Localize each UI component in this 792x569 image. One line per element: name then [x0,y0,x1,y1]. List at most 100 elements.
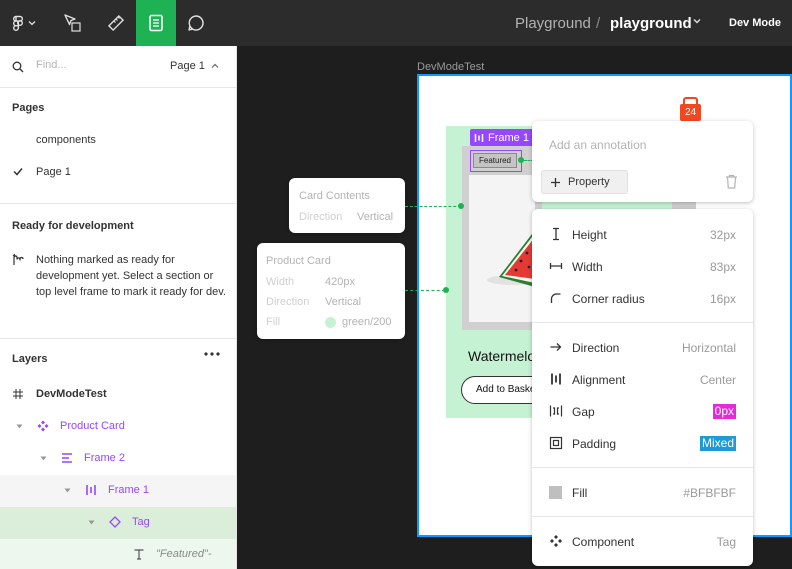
layer-label: Product Card [60,420,125,432]
gap-value-badge: 0px [712,404,736,419]
property-fill[interactable]: Fill #BFBFBF [532,481,753,505]
component-icon [550,535,562,547]
property-direction[interactable]: Direction Horizontal [532,336,753,360]
connector-dot [458,203,464,209]
frame-label[interactable]: DevModeTest [417,61,484,73]
caret-down-icon[interactable] [64,488,71,493]
dev-mode-label[interactable]: Dev Mode [729,17,781,29]
measure-tool-button[interactable] [96,0,136,46]
select-tool-button[interactable] [52,0,92,46]
layer-frame-2[interactable]: Frame 2 [0,443,236,475]
ruler-icon [107,14,125,32]
property-value: Center [699,373,736,387]
property-width[interactable]: Width 83px [532,255,753,279]
alignment-icon [551,373,561,385]
layers-section-title: Layers [12,353,48,365]
ready-for-dev-icon [12,253,24,265]
ready-section-title: Ready for development [12,220,134,232]
frame-icon [13,389,23,399]
layer-devmodetest[interactable]: DevModeTest [0,379,236,411]
property-padding[interactable]: Padding Mixed [532,432,753,456]
property-value: #BFBFBF [683,486,736,500]
chevron-down-icon [28,21,36,26]
left-panel: Page 1 Pages components Page 1 Ready for… [0,46,237,569]
product-card-title: Product Card [266,255,331,267]
more-options-icon[interactable] [204,352,220,356]
featured-tag[interactable]: Featured [473,153,517,168]
property-gap[interactable]: Gap 0px [532,400,753,424]
property-alignment[interactable]: Alignment Center [532,368,753,392]
card-contents-direction-value: Vertical [357,211,394,223]
check-icon [13,168,23,176]
arrow-right-icon [550,343,562,351]
pages-section-title: Pages [12,102,45,114]
padding-value-badge: Mixed [699,436,736,451]
property-label: Corner radius [572,292,645,306]
property-label: Height [572,228,607,242]
annotation-count-badge[interactable]: 24 [680,104,701,121]
annotation-input[interactable] [549,138,729,152]
file-menu-chevron-icon[interactable] [692,17,702,25]
file-name[interactable]: playground [610,15,692,32]
inspect-tool-button[interactable] [136,0,176,46]
direction-label: Direction [266,296,310,308]
watermelon-image [487,230,535,287]
project-breadcrumb[interactable]: Playground [515,15,591,32]
property-value: 83px [709,260,736,274]
comment-tool-button[interactable] [176,0,216,46]
connector-dot [443,287,449,293]
layer-product-card[interactable]: Product Card [0,411,236,443]
main-menu-button[interactable] [0,0,48,46]
page-item-components[interactable]: components [36,134,96,146]
vertical-stack-icon [62,453,72,463]
fill-swatch [325,317,336,328]
caret-down-icon[interactable] [40,456,47,461]
card-contents-direction-label: Direction [299,211,343,223]
padding-icon [549,436,563,450]
figma-logo-icon [13,15,23,31]
card-contents-card[interactable] [289,178,405,233]
caret-down-icon[interactable] [88,520,95,525]
frame-1-selection-tag[interactable]: Frame 1 [470,129,535,146]
property-corner-radius[interactable]: Corner radius 16px [532,287,753,311]
divider [0,338,236,339]
document-icon [149,14,163,32]
search-icon [12,61,24,73]
width-icon [549,263,563,269]
property-value: 32px [709,228,736,242]
fill-swatch-icon [549,486,562,499]
layer-tag[interactable]: Tag [0,507,236,539]
page-item-page-1[interactable]: Page 1 [36,166,71,178]
layer-featured-text[interactable]: "Featured"- [0,539,236,569]
layer-frame-1[interactable]: Frame 1 [0,475,236,507]
property-label: Padding [572,437,617,451]
divider [532,467,753,468]
product-title[interactable]: Watermelon [468,348,534,364]
horizontal-stack-icon [86,485,96,495]
property-height[interactable]: Height 32px [532,223,753,247]
height-icon [553,227,559,241]
chevron-up-icon [211,63,219,68]
property-label: Fill [572,486,588,500]
corner-radius-icon [550,293,561,303]
divider [532,322,753,323]
layer-label: Tag [132,516,150,528]
ready-message: Nothing marked as ready for development … [36,254,226,298]
caret-down-icon[interactable] [16,424,23,429]
property-label: Alignment [572,373,626,387]
page-selector[interactable]: Page 1 [170,60,219,72]
property-value: 16px [709,292,736,306]
property-component[interactable]: Component Tag [532,530,753,554]
add-property-button[interactable]: Property [541,170,628,194]
trash-icon[interactable] [725,174,738,189]
layer-label: "Featured"- [156,548,212,560]
component-icon [37,420,49,432]
cursor-icon [64,14,81,32]
divider [532,516,753,517]
layer-label: Frame 1 [108,484,149,496]
product-image[interactable] [469,175,535,322]
find-input[interactable] [36,59,156,71]
layer-label: Frame 2 [84,452,125,464]
connector-line [405,290,445,291]
horizontal-stack-icon [474,133,484,142]
